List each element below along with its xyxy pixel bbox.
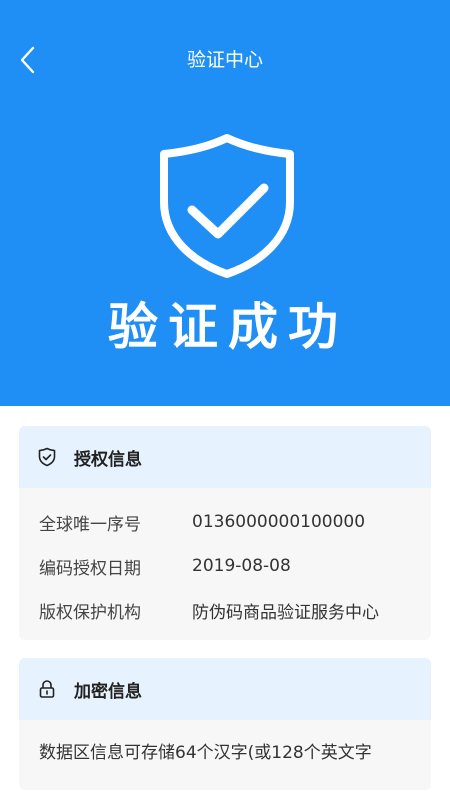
auth-info-card: 授权信息 全球唯一序号 0136000000100000 编码授权日期 2019… [19,426,431,640]
auth-card-title: 授权信息 [74,449,142,470]
serial-label: 全球唯一序号 [39,514,141,535]
encrypt-card-title: 加密信息 [74,681,142,702]
info-row-serial: 全球唯一序号 0136000000100000 [19,500,431,544]
organization-value: 防伪码商品验证服务中心 [192,602,379,623]
auth-date-value: 2019-08-08 [192,556,291,576]
organization-label: 版权保护机构 [39,602,141,623]
shield-check-icon [160,134,294,278]
shield-check-small-icon [37,447,57,467]
info-row-auth-date: 编码授权日期 2019-08-08 [19,544,431,588]
encrypt-info-card: 加密信息 数据区信息可存储64个汉字(或128个英文字 [19,658,431,790]
encrypt-data-text: 数据区信息可存储64个汉字(或128个英文字 [39,743,372,763]
info-row-organization: 版权保护机构 防伪码商品验证服务中心 [19,588,431,632]
page-title: 验证中心 [186,49,263,71]
hero-banner: 验证中心 验证成功 [0,0,450,406]
lock-icon [37,679,57,699]
verify-success-text: 验证成功 [108,298,348,356]
encrypt-card-header: 加密信息 [19,658,431,720]
auth-date-label: 编码授权日期 [39,558,141,579]
auth-card-header: 授权信息 [19,426,431,488]
serial-value: 0136000000100000 [192,512,366,532]
